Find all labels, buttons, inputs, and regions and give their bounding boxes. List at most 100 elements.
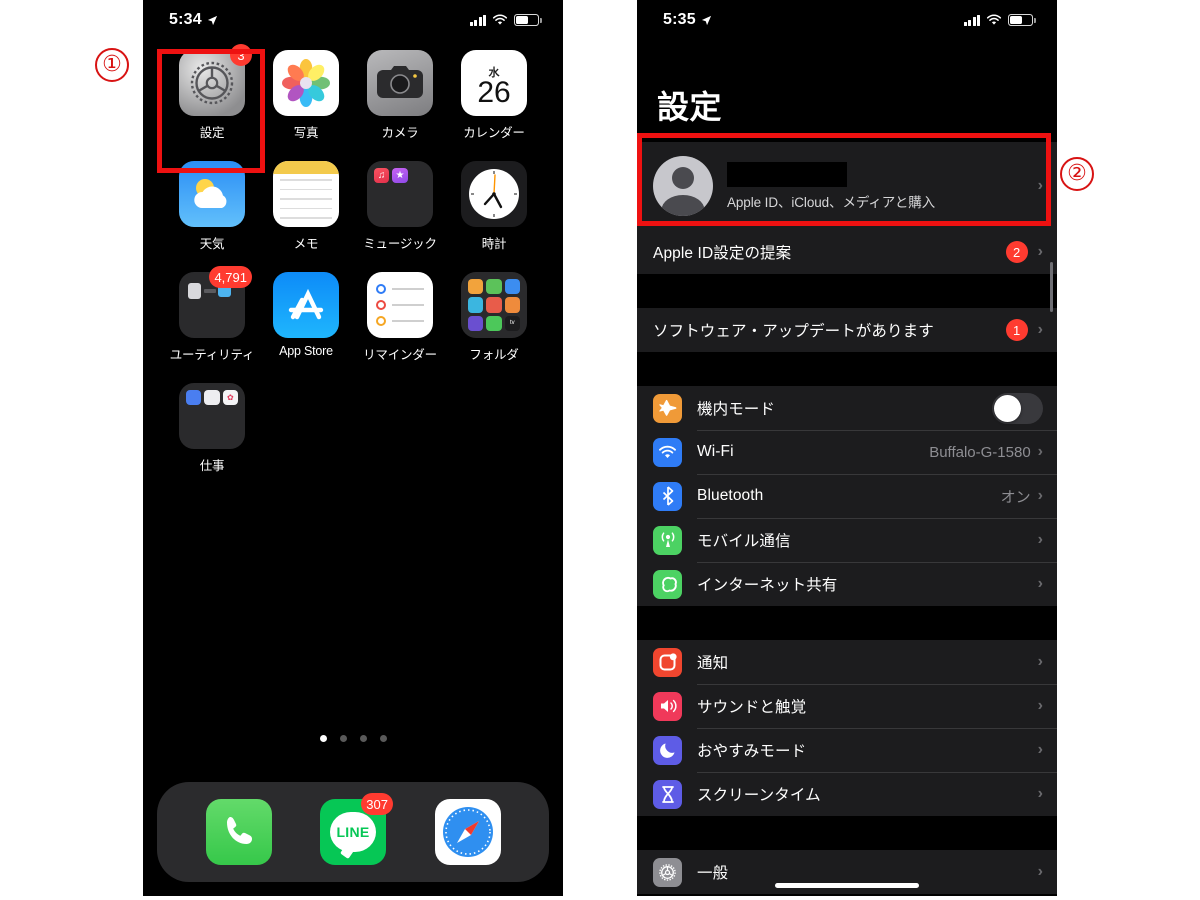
photos-icon[interactable] xyxy=(273,50,339,116)
status-time: 5:34 xyxy=(169,11,202,28)
row-label: インターネット共有 xyxy=(697,577,838,594)
home-indicator[interactable] xyxy=(775,883,919,888)
do-not-disturb-moon-icon xyxy=(653,735,682,765)
app-icon-wrap[interactable] xyxy=(273,161,339,227)
app-label: メモ xyxy=(293,237,319,251)
app-icon-wrap[interactable]: 3 xyxy=(179,44,252,116)
mini-icon-podcasts xyxy=(486,297,502,313)
row-label: おやすみモード xyxy=(697,743,807,760)
app-icon-wrap[interactable]: tv xyxy=(461,272,527,338)
row-screen-time[interactable]: スクリーンタイム › xyxy=(637,772,1057,816)
reminder-row xyxy=(376,300,424,310)
app-label: App Store xyxy=(279,344,333,358)
row-notifications[interactable]: 通知 › xyxy=(637,640,1057,684)
page-dot-4[interactable] xyxy=(379,735,387,742)
chevron-right-icon: › xyxy=(1037,575,1043,592)
row-hotspot[interactable]: インターネット共有 › xyxy=(637,562,1057,606)
app-photos[interactable]: 写真 xyxy=(259,50,353,141)
chevron-right-icon: › xyxy=(1037,697,1043,714)
safari-compass-icon[interactable] xyxy=(434,799,501,865)
app-label: ユーティリティ xyxy=(169,348,255,362)
work-folder-icon[interactable]: ✿ xyxy=(179,383,245,449)
app-utilities-folder[interactable]: 4,791 ユーティリティ xyxy=(165,266,259,363)
app-icon-wrap[interactable] xyxy=(367,272,433,338)
chevron-right-icon: › xyxy=(1037,487,1043,504)
app-icon-wrap[interactable]: 水 26 xyxy=(461,50,527,116)
row-airplane-mode[interactable]: 機内モード xyxy=(637,386,1057,430)
dock-app-safari[interactable] xyxy=(434,799,501,865)
wifi-icon xyxy=(986,14,1002,25)
notes-icon[interactable] xyxy=(273,161,339,227)
app-app-store[interactable]: App Store xyxy=(259,272,353,363)
row-cellular[interactable]: モバイル通信 › xyxy=(637,518,1057,562)
row-bluetooth[interactable]: Bluetooth オン › xyxy=(637,474,1057,518)
row-apple-id-suggestion[interactable]: Apple ID設定の提案 2 › xyxy=(637,230,1057,274)
folder-icon[interactable]: tv xyxy=(461,272,527,338)
settings-scroll-area[interactable]: 設定 Apple ID、iCloud、メディアと購入 › Apple ID設定の… xyxy=(637,34,1057,896)
app-folder[interactable]: tv フォルダ xyxy=(447,272,541,363)
cellular-signal-icon xyxy=(469,14,486,26)
dock-app-phone[interactable] xyxy=(205,799,272,865)
mini-icon-facetime xyxy=(486,315,502,331)
app-icon-wrap[interactable] xyxy=(367,50,433,116)
apple-id-group: Apple ID、iCloud、メディアと購入 › Apple ID設定の提案 … xyxy=(637,142,1057,274)
reminders-icon[interactable] xyxy=(367,272,433,338)
cellular-icon xyxy=(653,525,682,555)
page-dot-1[interactable] xyxy=(319,735,327,742)
row-do-not-disturb[interactable]: おやすみモード › xyxy=(637,728,1057,772)
dock-app-line[interactable]: LINE 307 xyxy=(320,793,393,865)
row-wifi[interactable]: Wi-Fi Buffalo-G-1580 › xyxy=(637,430,1057,474)
account-name-redacted xyxy=(727,161,847,187)
app-calendar[interactable]: 水 26 カレンダー xyxy=(447,50,541,141)
calendar-day: 26 xyxy=(477,76,511,110)
cellular-signal-icon xyxy=(963,14,980,26)
clock-icon[interactable] xyxy=(461,161,527,227)
mini-icon-imovie xyxy=(468,315,484,331)
iphone-settings-screen: 5:35 設定 Apple ID、iCloud、メディアと購入 › Apple … xyxy=(637,0,1057,896)
app-reminders[interactable]: リマインダー xyxy=(353,272,447,363)
app-icon-wrap[interactable] xyxy=(273,50,339,116)
airplane-mode-toggle[interactable] xyxy=(992,392,1043,424)
app-notes[interactable]: メモ xyxy=(259,161,353,252)
badge: 307 xyxy=(361,793,393,815)
iphone-home-screen: 5:34 3 設定 写真 カメラ 水 26 カレンダー 天気 メモ ♫ ★ ミュ… xyxy=(143,0,563,896)
music-folder-icon[interactable]: ♫ ★ xyxy=(367,161,433,227)
app-clock[interactable]: 時計 xyxy=(447,161,541,252)
battery-icon xyxy=(514,14,542,26)
status-right xyxy=(963,14,1036,26)
chevron-right-icon: › xyxy=(1037,243,1043,260)
weather-icon[interactable] xyxy=(179,161,245,227)
vertical-scrollbar[interactable] xyxy=(1050,262,1053,312)
reminder-row xyxy=(376,316,424,326)
app-icon-wrap[interactable]: ✿ xyxy=(179,383,245,449)
app-weather[interactable]: 天気 xyxy=(165,161,259,252)
chevron-right-icon: › xyxy=(1037,785,1043,802)
notes-header-strip xyxy=(273,161,339,174)
chevron-right-icon: › xyxy=(1037,443,1043,460)
row-sounds-haptics[interactable]: サウンドと触覚 › xyxy=(637,684,1057,728)
app-icon-wrap[interactable]: ♫ ★ xyxy=(367,161,433,227)
calendar-icon[interactable]: 水 26 xyxy=(461,50,527,116)
connectivity-group: 機内モード Wi-Fi Buffalo-G-1580 › Bluetooth オ… xyxy=(637,386,1057,606)
row-label: モバイル通信 xyxy=(697,533,791,550)
phone-icon[interactable] xyxy=(205,799,272,865)
page-dot-2[interactable] xyxy=(339,735,347,742)
camera-icon[interactable] xyxy=(367,50,433,116)
location-arrow-icon xyxy=(207,15,217,25)
page-dot-3[interactable] xyxy=(359,735,367,742)
app-icon-wrap[interactable]: 4,791 xyxy=(179,266,252,338)
app-camera[interactable]: カメラ xyxy=(353,50,447,141)
row-software-update[interactable]: ソフトウェア・アップデートがあります 1 › xyxy=(637,308,1057,352)
app-work-folder[interactable]: ✿ 仕事 xyxy=(165,383,259,474)
app-music-folder[interactable]: ♫ ★ ミュージック xyxy=(353,161,447,252)
app-icon-wrap[interactable] xyxy=(273,272,339,338)
mini-icon-doc2 xyxy=(204,390,220,406)
apple-id-row[interactable]: Apple ID、iCloud、メディアと購入 › xyxy=(637,142,1057,230)
mini-icon-pages xyxy=(468,279,484,295)
app-icon-wrap[interactable] xyxy=(461,161,527,227)
app-store-icon[interactable] xyxy=(273,272,339,338)
app-icon-wrap[interactable] xyxy=(179,161,245,227)
app-settings[interactable]: 3 設定 xyxy=(165,44,259,141)
page-indicator-dots[interactable] xyxy=(143,735,563,742)
status-left: 5:35 xyxy=(663,11,712,29)
